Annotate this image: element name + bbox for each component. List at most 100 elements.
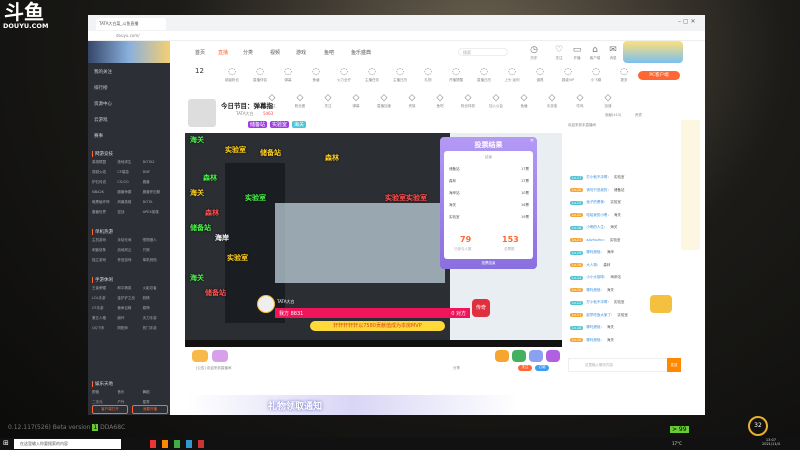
game-link[interactable]: 风暴英雄 xyxy=(117,200,142,205)
gift-icon[interactable] xyxy=(512,350,526,362)
client-button[interactable]: ⌂ 客户端 xyxy=(588,45,602,61)
address-bar[interactable]: douyu.com/ xyxy=(88,31,705,41)
game-link[interactable]: APEX英雄 xyxy=(143,210,168,215)
game-link[interactable]: 火影忍者 xyxy=(143,286,168,291)
game-link[interactable]: 原神 xyxy=(143,306,168,311)
game-link[interactable]: 魔兽争霸 xyxy=(117,190,142,195)
nav-video[interactable]: 视频 xyxy=(270,49,280,56)
game-link[interactable]: NBA2K xyxy=(92,190,117,195)
app-icon[interactable] xyxy=(198,440,204,448)
feature-icon-button[interactable]: ◇ 吃鸡 xyxy=(566,93,594,109)
sidebar-item-ranking[interactable]: 排行榜 xyxy=(94,85,108,91)
game-link[interactable]: 逆战 xyxy=(117,210,142,215)
feature-icon-button[interactable]: ◌ 主播日历 xyxy=(386,67,414,83)
feature-icon-button[interactable]: ◌ 主播任务 xyxy=(358,67,386,83)
chat-username[interactable]: 大人物： xyxy=(586,263,600,268)
subscribe-button[interactable]: 订阅 xyxy=(535,365,549,371)
nav-yuba[interactable]: 鱼吧 xyxy=(324,49,334,56)
game-link[interactable]: 主机游戏 xyxy=(92,238,117,243)
game-link[interactable]: DNF xyxy=(143,170,168,175)
chat-username[interactable]: 打小就不冲啊： xyxy=(586,300,611,305)
event-banner[interactable] xyxy=(623,41,683,63)
feature-icon-button[interactable]: ◌ 道具 xyxy=(526,67,554,83)
nav-festival[interactable]: 鱼乐盛典 xyxy=(351,49,371,56)
site-logo[interactable] xyxy=(88,41,170,63)
pc-client-button[interactable]: PC客户端 xyxy=(638,71,680,80)
follow-button[interactable]: 关注 xyxy=(518,365,532,371)
game-link[interactable]: 音乐 xyxy=(117,390,142,395)
nav-home[interactable]: 首页 xyxy=(195,49,205,56)
nav-live[interactable]: 直播 xyxy=(218,49,228,56)
game-link[interactable]: 魔兽世界 xyxy=(92,210,117,215)
feature-icon-button[interactable]: ◌ 直播伴侣 xyxy=(246,67,274,83)
streamer-avatar[interactable] xyxy=(188,99,216,127)
activity-icon[interactable] xyxy=(212,350,228,362)
chat-username[interactable]: 哪吒燃烧： xyxy=(586,288,604,293)
weather[interactable]: 17°C xyxy=(672,441,682,446)
tag[interactable]: 储备站 xyxy=(248,121,268,128)
browser-app-icon[interactable] xyxy=(174,440,180,448)
chat-username[interactable]: 小小大咖啡： xyxy=(586,275,607,280)
chat-tab[interactable]: 贡献(415) xyxy=(605,113,621,118)
game-link[interactable]: 王者荣耀 xyxy=(92,286,117,291)
sidebar-item-esports[interactable]: 赛事 xyxy=(94,133,103,139)
broadcast-button[interactable]: ▭ 开播 xyxy=(570,45,584,61)
message-button[interactable]: ✉ 消息 xyxy=(606,45,620,61)
game-link[interactable]: 怀旧游戏 xyxy=(117,258,142,263)
share-button[interactable]: 分享 xyxy=(453,366,460,371)
game-link[interactable]: DOTA2 xyxy=(143,160,168,165)
feature-icon-button[interactable]: ◌ 开播提醒 xyxy=(442,67,470,83)
game-link[interactable]: 使命召唤 xyxy=(117,306,142,311)
treasure-chest-icon[interactable] xyxy=(650,295,672,313)
browser-tab[interactable]: TATA大白菜_斗鱼直播 xyxy=(96,18,166,30)
tag[interactable]: 海关 xyxy=(292,121,307,128)
feature-icon-button[interactable]: ◌ 弹幕 xyxy=(274,67,302,83)
chat-tab[interactable]: 贵宾 xyxy=(635,113,642,118)
chat-username[interactable]: 请勿只说我的： xyxy=(586,188,611,193)
taskbar-search[interactable]: 在这里输入你要搜索的内容 xyxy=(14,439,121,449)
game-link[interactable]: 刺客信条 xyxy=(92,248,117,253)
client-open-button[interactable]: 客户端打开 xyxy=(92,405,128,414)
gift-icon[interactable] xyxy=(495,350,509,362)
gift-icon[interactable] xyxy=(529,350,543,362)
feature-icon-button[interactable]: ◇ 弹幕 xyxy=(342,93,370,109)
game-link[interactable]: 舞蹈 xyxy=(143,390,168,395)
activity-icon[interactable] xyxy=(192,350,208,362)
feature-icon-button[interactable]: ◇ 直播加速 xyxy=(370,93,398,109)
chat-username[interactable]: 哪吒燃烧： xyxy=(586,250,604,255)
game-link[interactable]: 永劫无间 xyxy=(117,238,142,243)
app-icon[interactable] xyxy=(186,440,192,448)
feature-icon-button[interactable]: ◌ 鱼塘 xyxy=(302,67,330,83)
game-link[interactable]: 怪物猎人 xyxy=(143,238,168,243)
feature-icon-button[interactable]: ◇ 手游宝 xyxy=(538,93,566,109)
sidebar-item-cloud-game[interactable]: 云游戏 xyxy=(94,117,108,123)
game-link[interactable]: 妖精 xyxy=(143,296,168,301)
streamer-name[interactable]: TATA大白 xyxy=(236,111,253,117)
game-link[interactable]: QQ飞车 xyxy=(92,326,117,331)
game-link[interactable]: 崩坏 xyxy=(117,316,142,321)
game-link[interactable]: 和平精英 xyxy=(117,286,142,291)
feature-icon-button[interactable]: ◇ 加速 xyxy=(594,93,622,109)
chat-side-promo[interactable] xyxy=(681,120,700,250)
feature-icon-button[interactable]: ◌ 礼物 xyxy=(414,67,442,83)
clock[interactable]: 13:07 2021/11/4 xyxy=(762,438,780,446)
search-input[interactable]: 搜索 xyxy=(458,48,508,56)
feature-icon-button[interactable]: ◌ 超级粉丝 xyxy=(218,67,246,83)
chat-username[interactable]: 打小就不冲啊： xyxy=(586,175,611,180)
game-link[interactable]: 穿越火线 xyxy=(92,170,117,175)
game-link[interactable]: 金铲铲之战 xyxy=(117,296,142,301)
game-link[interactable]: 单机其他 xyxy=(143,258,168,263)
feature-icon-button[interactable]: ◇ 鱼塘 xyxy=(510,93,538,109)
game-link[interactable]: 绝地求生 xyxy=(117,160,142,165)
game-link[interactable]: CF端游 xyxy=(117,170,142,175)
game-link[interactable]: 魔兽怀旧服 xyxy=(143,190,168,195)
sidebar-item-resources[interactable]: 资源中心 xyxy=(94,101,112,107)
feature-icon-button[interactable]: ◌ 直播日历 xyxy=(470,67,498,83)
game-link[interactable]: 热门手游 xyxy=(143,326,168,331)
app-icon[interactable] xyxy=(150,440,156,448)
feature-icon-button[interactable]: ◇ 贵族 xyxy=(398,93,426,109)
game-link[interactable]: DOTA xyxy=(143,200,168,205)
chat-username[interactable]: 兔子的黑夜： xyxy=(586,200,607,205)
tag[interactable]: 实验室 xyxy=(270,121,290,128)
chat-input[interactable]: 这里输入聊天内容 xyxy=(568,358,670,372)
